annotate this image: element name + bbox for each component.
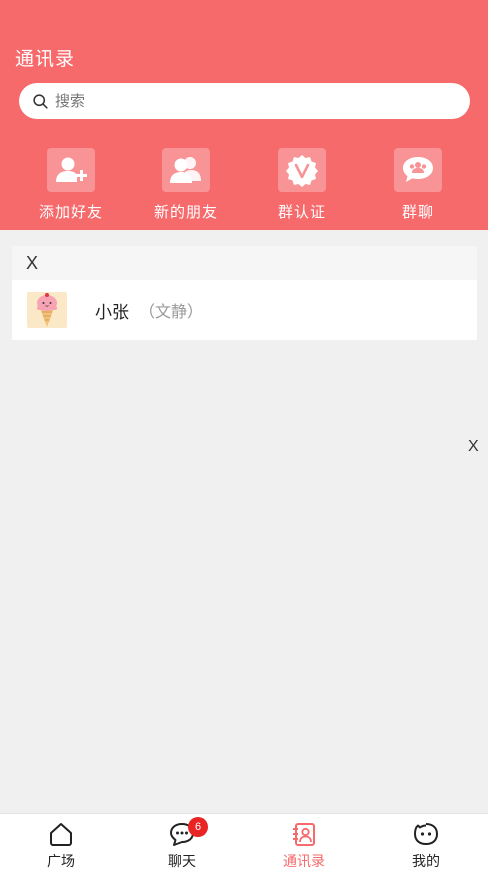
tab-contacts[interactable]: 通讯录: [264, 820, 344, 871]
unread-badge: 6: [188, 817, 208, 837]
home-icon: [50, 823, 72, 846]
group-verify-button[interactable]: 群认证: [252, 148, 352, 222]
avatar: [27, 292, 67, 328]
quick-label-new-friends: 新的朋友: [153, 203, 218, 221]
quick-actions: 添加好友 新的朋友 群认证 群聊: [0, 148, 488, 228]
tab-label-plaza: 广场: [47, 854, 75, 870]
quick-label-add-friend: 添加好友: [38, 203, 103, 221]
contact-note: （文静）: [139, 302, 204, 321]
section-header: X: [12, 246, 477, 280]
side-index-letter[interactable]: X: [468, 438, 479, 456]
section-letter: X: [26, 252, 39, 273]
add-friend-icon: [47, 148, 95, 192]
search-input[interactable]: [55, 92, 435, 110]
search-icon: [33, 93, 48, 109]
tab-label-profile: 我的: [412, 854, 440, 870]
ice-cream-avatar-icon: [37, 293, 57, 327]
contacts-icon: [293, 823, 315, 846]
search-bar[interactable]: [19, 83, 470, 119]
page-title: 通讯录: [15, 48, 76, 70]
new-friends-icon: [162, 148, 210, 192]
tab-plaza[interactable]: 广场: [21, 820, 101, 871]
group-verify-icon: [278, 148, 326, 192]
contact-list: X 小张 （文静）: [12, 246, 477, 340]
group-chat-button[interactable]: 群聊: [368, 148, 468, 222]
tab-label-chat: 聊天: [168, 854, 196, 870]
group-chat-icon: [394, 148, 442, 192]
quick-label-group-verify: 群认证: [277, 203, 326, 221]
contact-row[interactable]: 小张 （文静）: [12, 280, 477, 340]
tab-chat[interactable]: 6 聊天: [142, 817, 222, 871]
profile-icon: [414, 823, 438, 845]
tab-profile[interactable]: 我的: [386, 820, 466, 871]
add-friend-button[interactable]: 添加好友: [21, 148, 121, 222]
contact-name: 小张: [95, 302, 129, 323]
header: 通讯录 添加好友: [0, 0, 488, 230]
new-friends-button[interactable]: 新的朋友: [136, 148, 236, 222]
bottom-tabbar: 广场 6 聊天 通讯录 我的: [0, 813, 488, 874]
quick-label-group-chat: 群聊: [401, 203, 434, 221]
tab-label-contacts: 通讯录: [283, 854, 325, 870]
